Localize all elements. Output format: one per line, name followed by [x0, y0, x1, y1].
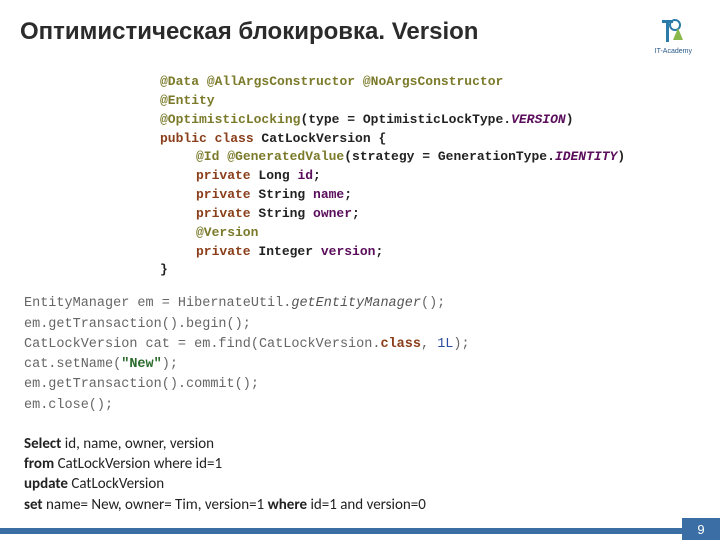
- it-academy-logo: IT-Academy: [655, 14, 692, 55]
- sql-output: Select id, name, owner, version from Cat…: [24, 434, 720, 515]
- slide-footer: 9: [0, 518, 720, 540]
- page-title: Оптимистическая блокировка. Version: [20, 18, 478, 46]
- logo-icon: [657, 14, 689, 46]
- java-entity-code: @Data @AllArgsConstructor @NoArgsConstru…: [160, 73, 720, 280]
- logo-label: IT-Academy: [655, 48, 692, 55]
- slide-header: Оптимистическая блокировка. Version IT-A…: [0, 0, 720, 55]
- page-number: 9: [682, 518, 720, 540]
- java-usage-code: EntityManager em = HibernateUtil.getEnti…: [24, 294, 720, 416]
- footer-bar: [0, 528, 682, 534]
